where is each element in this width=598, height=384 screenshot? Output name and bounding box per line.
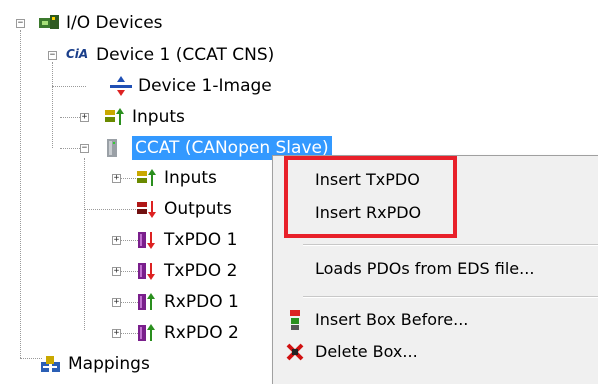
tree-item-label: Device 1 (CCAT CNS) [96,45,275,65]
tree-line [84,158,85,330]
tree-item-io-devices[interactable]: I/O Devices [38,10,163,36]
tree-item-label: Device 1-Image [138,76,272,96]
io-devices-icon [38,13,60,33]
tree-line [52,86,86,87]
tree-item-rxpdo1[interactable]: RxPDO 1 [136,289,239,315]
menu-item-label: Delete Box... [315,342,418,361]
tree-item-rxpdo2[interactable]: RxPDO 2 [136,320,239,346]
menu-item-delete-box[interactable]: Delete Box... [315,342,418,362]
outputs-icon [136,199,158,219]
txpdo-icon [136,230,158,250]
tree-item-label: TxPDO 2 [164,261,238,281]
tree-item-label: TxPDO 1 [164,230,238,250]
expand-toggle[interactable]: + [80,113,89,122]
tree-item-label: Inputs [164,168,217,188]
tree-item-txpdo2[interactable]: TxPDO 2 [136,258,237,284]
rxpdo-icon [136,292,158,312]
cia-icon: CiA [66,47,89,61]
rxpdo-icon [136,323,158,343]
collapse-toggle[interactable]: − [16,19,25,28]
inputs-icon [104,107,126,127]
tree-line [84,209,138,210]
menu-item-load-pdos[interactable]: Loads PDOs from EDS file... [315,259,534,279]
tree-item-device1[interactable]: CiA Device 1 (CCAT CNS) [66,42,274,68]
expand-toggle[interactable]: + [112,298,121,307]
tree-line [20,30,21,358]
menu-item-label: Insert Box Before... [315,310,469,329]
tree-line [52,62,53,148]
expand-toggle[interactable]: + [112,267,121,276]
tree-item-mappings[interactable]: Mappings [40,351,150,377]
txpdo-icon [136,261,158,281]
delete-box-icon [285,342,305,362]
expand-toggle[interactable]: + [112,174,121,183]
tree-item-label: Outputs [164,199,232,219]
tree-item-device1-image[interactable]: Device 1-Image [110,73,272,99]
expand-toggle[interactable]: + [112,236,121,245]
collapse-toggle[interactable]: − [48,51,57,60]
highlight-box [284,156,457,238]
tree-item-inputs[interactable]: Inputs [104,104,185,130]
tree-item-label: RxPDO 2 [164,323,239,343]
menu-separator [303,244,598,246]
ccat-device-icon [104,138,126,158]
insert-box-icon [285,310,305,330]
menu-item-insert-box-before[interactable]: Insert Box Before... [315,310,468,330]
tree-item-ccat-inputs[interactable]: Inputs [136,165,217,191]
tree-item-ccat-outputs[interactable]: Outputs [136,196,232,222]
tree-item-label: Inputs [132,107,185,127]
expand-toggle[interactable]: + [112,329,121,338]
mappings-icon [40,354,62,374]
tree-item-label: Mappings [68,354,150,374]
tree-item-label: I/O Devices [66,13,163,33]
inputs-icon [136,168,158,188]
collapse-toggle[interactable]: − [80,144,89,153]
process-image-icon [110,76,132,96]
tree-item-txpdo1[interactable]: TxPDO 1 [136,227,237,253]
tree-item-label: RxPDO 1 [164,292,239,312]
menu-separator [303,296,598,298]
tree-line [20,358,42,359]
